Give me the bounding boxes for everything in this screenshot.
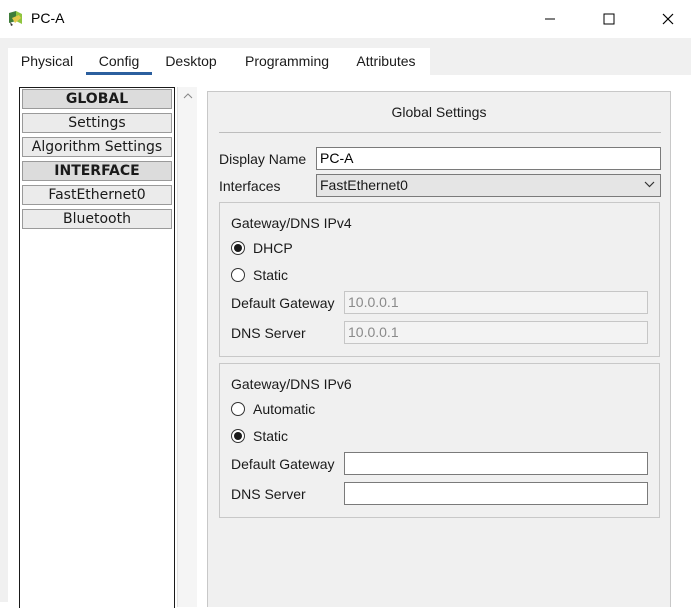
interfaces-select-value: FastEthernet0 — [320, 177, 408, 193]
interfaces-select[interactable]: FastEthernet0 — [316, 174, 661, 197]
pc-app-icon — [7, 9, 25, 27]
ipv4-gateway-label: Default Gateway — [231, 295, 335, 311]
ipv6-static-radio[interactable]: Static — [231, 428, 288, 444]
radio-checked-icon — [231, 429, 245, 443]
panel-title: Global Settings — [391, 104, 487, 120]
title-divider — [219, 132, 661, 133]
minimize-button[interactable] — [527, 0, 573, 38]
tab-physical[interactable]: Physical — [8, 48, 86, 75]
nav-item-bluetooth[interactable]: Bluetooth — [22, 209, 172, 229]
ipv4-dns-label: DNS Server — [231, 325, 306, 341]
radio-label: Automatic — [253, 401, 316, 417]
radio-unchecked-icon — [231, 402, 245, 416]
ipv6-gateway-label: Default Gateway — [231, 456, 335, 472]
ipv4-gateway-field: 10.0.0.1 — [344, 291, 648, 314]
global-settings-panel: Global Settings Display Name PC-A Interf… — [207, 91, 671, 607]
maximize-button[interactable] — [586, 0, 632, 38]
radio-checked-icon — [231, 241, 245, 255]
ipv4-dns-field: 10.0.0.1 — [344, 321, 648, 344]
nav-header-interface: INTERFACE — [22, 161, 172, 181]
app-body: Physical Config Desktop Programming Attr… — [0, 38, 691, 608]
close-button[interactable] — [645, 0, 691, 38]
ipv4-static-radio[interactable]: Static — [231, 267, 288, 283]
ipv6-dns-field[interactable] — [344, 482, 648, 505]
radio-unchecked-icon — [231, 268, 245, 282]
display-name-field[interactable]: PC-A — [316, 147, 661, 170]
display-name-label: Display Name — [219, 151, 307, 167]
scroll-up-button[interactable] — [178, 87, 197, 104]
radio-label: Static — [253, 428, 289, 444]
ipv6-gateway-field[interactable] — [344, 452, 648, 475]
nav-header-global: GLOBAL — [22, 89, 172, 109]
ipv6-group: Gateway/DNS IPv6 Automatic Static Defaul… — [219, 363, 660, 518]
close-icon — [662, 13, 674, 25]
radio-label: DHCP — [253, 240, 293, 256]
tab-config[interactable]: Config — [86, 48, 152, 75]
minimize-icon — [545, 18, 555, 20]
ipv4-dhcp-radio[interactable]: DHCP — [231, 240, 293, 256]
title-bar: PC-A — [0, 0, 691, 38]
tab-bar: Physical Config Desktop Programming Attr… — [8, 48, 430, 75]
nav-item-algorithm-settings[interactable]: Algorithm Settings — [22, 137, 172, 157]
ipv4-group: Gateway/DNS IPv4 DHCP Static Default Gat… — [219, 202, 660, 357]
interfaces-label: Interfaces — [219, 178, 281, 194]
tab-attributes[interactable]: Attributes — [344, 48, 428, 75]
maximize-icon — [603, 13, 615, 25]
config-content: GLOBAL Settings Algorithm Settings INTER… — [8, 75, 691, 608]
chevron-down-icon — [644, 181, 655, 188]
ipv6-dns-label: DNS Server — [231, 486, 306, 502]
radio-label: Static — [253, 267, 289, 283]
nav-item-fastethernet0[interactable]: FastEthernet0 — [22, 185, 172, 205]
nav-item-settings[interactable]: Settings — [22, 113, 172, 133]
ipv6-automatic-radio[interactable]: Automatic — [231, 401, 315, 417]
settings-nav: GLOBAL Settings Algorithm Settings INTER… — [19, 87, 175, 608]
ipv6-group-title: Gateway/DNS IPv6 — [231, 376, 352, 392]
ipv4-group-title: Gateway/DNS IPv4 — [231, 215, 352, 231]
tab-programming[interactable]: Programming — [230, 48, 344, 75]
tab-desktop[interactable]: Desktop — [152, 48, 230, 75]
nav-scrollbar[interactable] — [177, 87, 197, 607]
window-title: PC-A — [31, 10, 65, 26]
chevron-up-icon — [183, 92, 192, 98]
